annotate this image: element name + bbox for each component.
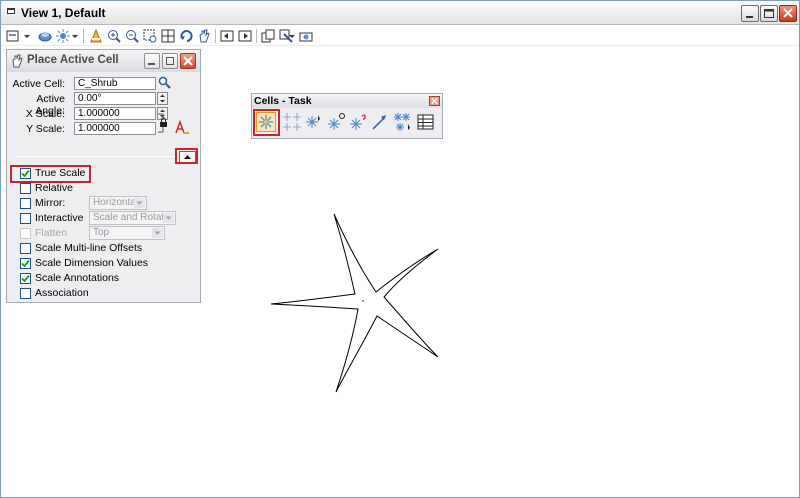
checkmark-icon [21,259,30,268]
dialog-minimize-button[interactable] [144,53,160,69]
minimize-icon [746,16,753,18]
maximize-icon [764,9,774,18]
option-checkbox[interactable] [20,243,31,254]
option-checkbox[interactable] [20,183,31,194]
window-menu-icon[interactable] [6,6,16,16]
option-label: Association [35,287,89,299]
dropdown-arrow-icon[interactable] [71,28,79,44]
option-label: True Scale [35,167,86,179]
view-next-icon[interactable] [237,28,253,44]
dropdown-arrow-icon[interactable] [288,28,296,44]
tool-icon [12,54,23,68]
option-select-value: Top [93,227,110,238]
drawing-canvas[interactable] [201,47,799,497]
active-cell-input[interactable]: C_Shrub [74,77,156,90]
view-attributes-icon[interactable] [5,28,21,44]
dialog-close-button[interactable] [180,53,196,69]
fit-view-icon[interactable] [160,28,176,44]
y-scale-input[interactable]: 1.000000 [74,122,156,135]
dialog-title: Place Active Cell [27,54,119,66]
update-icon[interactable] [88,28,104,44]
camera-icon[interactable] [298,28,314,44]
text-style-icon[interactable] [174,120,190,134]
dropdown-arrow-icon[interactable] [23,28,31,44]
close-icon [183,56,193,66]
option-select-value: Scale and Rotate [93,212,170,223]
shrub-cell-graphic [270,213,439,393]
option-select[interactable]: Scale and Rotate [89,211,176,225]
title-bar: View 1, Default [1,1,799,25]
chevron-down-icon [134,198,145,208]
option-select[interactable]: Top [89,226,165,240]
view-toolbar [1,26,799,46]
maximize-button[interactable] [760,5,778,22]
dialog-maximize-button[interactable] [162,53,178,69]
x-scale-label: X Scale: [25,108,65,120]
pan-icon[interactable] [196,28,212,44]
option-label: Mirror: [35,197,66,209]
angle-spinner-icon[interactable] [157,92,168,105]
copy-view-icon[interactable] [260,28,276,44]
dialog-title-bar[interactable]: Place Active Cell [7,50,200,72]
window-area-icon[interactable] [142,28,158,44]
minimize-button[interactable] [741,5,759,22]
option-checkbox[interactable] [20,213,31,224]
view-previous-icon[interactable] [219,28,235,44]
chevron-down-icon [152,228,163,238]
option-checkbox [20,228,31,239]
checkmark-icon [21,274,30,283]
x-scale-input[interactable]: 1.000000 [74,107,156,120]
y-scale-label: Y Scale: [26,123,65,135]
chevron-down-icon [163,213,174,223]
option-label: Flatten [35,227,68,239]
minimize-icon [148,63,155,65]
option-select[interactable]: Horizontal [89,196,147,210]
option-checkbox[interactable] [20,168,31,179]
option-checkbox[interactable] [20,198,31,209]
display-style-icon[interactable] [55,28,71,44]
option-label: Scale Annotations [35,272,120,284]
close-button[interactable] [779,5,797,22]
option-label: Scale Dimension Values [35,257,149,269]
option-label: Relative [35,182,73,194]
option-label: Interactive [35,212,84,224]
zoom-in-icon[interactable] [106,28,122,44]
active-angle-input[interactable]: 0.00° [74,92,156,105]
levels-icon[interactable] [37,28,53,44]
view-window: View 1, Default Place Active Cell Active… [0,0,800,498]
active-cell-label: Active Cell: [12,78,65,90]
option-select-value: Horizontal [93,197,139,208]
window-title: View 1, Default [21,6,106,20]
zoom-out-icon[interactable] [124,28,140,44]
search-icon[interactable] [158,76,171,89]
rotate-view-icon[interactable] [178,28,194,44]
option-checkbox[interactable] [20,258,31,269]
highlight-box [175,148,198,164]
close-icon [783,8,793,18]
checkmark-icon [21,169,30,178]
option-label: Scale Multi-line Offsets [35,242,143,254]
maximize-icon [166,57,174,65]
lock-icon[interactable] [157,112,169,134]
section-divider [17,156,187,157]
place-active-cell-dialog: Place Active Cell Active Cell: C_Shrub A… [6,49,201,303]
option-checkbox[interactable] [20,273,31,284]
option-checkbox[interactable] [20,288,31,299]
